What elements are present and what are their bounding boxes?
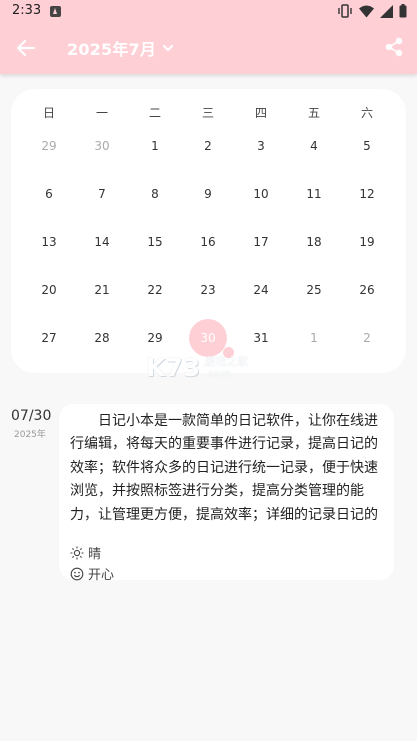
calendar-day[interactable]: 10 xyxy=(242,175,280,213)
calendar-day[interactable]: 3 xyxy=(242,127,280,165)
calendar-day[interactable]: 7 xyxy=(83,175,121,213)
notification-icon xyxy=(50,6,61,17)
calendar-day[interactable]: 11 xyxy=(295,175,333,213)
page-title: 2025年7月 xyxy=(67,40,157,59)
mood-row: 开心 xyxy=(70,564,114,583)
calendar-day[interactable]: 17 xyxy=(242,223,280,261)
calendar-day[interactable]: 8 xyxy=(136,175,174,213)
diary-entry-card[interactable]: 日记小本是一款简单的日记软件，让你在线进行编辑，将每天的重要事件进行记录，提高日… xyxy=(59,404,394,583)
calendar-day[interactable]: 30 xyxy=(83,127,121,165)
chevron-down-icon xyxy=(163,45,174,51)
entry-date: 07/30 xyxy=(11,408,52,424)
status-bar: 2:33 xyxy=(0,0,417,24)
wifi-icon xyxy=(359,5,374,17)
watermark-line2: .com xyxy=(204,366,232,380)
battery-icon xyxy=(399,4,407,18)
watermark: K73 游戏之家 .com xyxy=(146,353,248,382)
calendar-day[interactable]: 6 xyxy=(30,175,68,213)
vibrate-icon xyxy=(338,4,352,18)
calendar-day[interactable]: 19 xyxy=(348,223,386,261)
weekday-label: 四 xyxy=(254,106,267,120)
weekday-label: 五 xyxy=(307,106,320,120)
calendar-day[interactable]: 22 xyxy=(136,271,174,309)
watermark-logo: K73 xyxy=(146,353,201,382)
weekday-label: 一 xyxy=(95,106,108,120)
calendar-day[interactable]: 29 xyxy=(30,127,68,165)
calendar-day[interactable]: 12 xyxy=(348,175,386,213)
weather-label: 晴 xyxy=(88,547,102,562)
calendar-day[interactable]: 14 xyxy=(83,223,121,261)
system-icons xyxy=(337,4,407,18)
weather-row: 晴 xyxy=(70,543,101,562)
calendar-day[interactable]: 1 xyxy=(136,127,174,165)
calendar-day[interactable]: 16 xyxy=(189,223,227,261)
calendar-day[interactable]: 4 xyxy=(295,127,333,165)
calendar-day[interactable]: 1 xyxy=(295,319,333,357)
calendar-day[interactable]: 5 xyxy=(348,127,386,165)
weekday-label: 六 xyxy=(360,106,373,120)
calendar-day[interactable]: 24 xyxy=(242,271,280,309)
calendar-day[interactable]: 31 xyxy=(242,319,280,357)
back-arrow-icon[interactable] xyxy=(14,36,38,60)
calendar-day[interactable]: 18 xyxy=(295,223,333,261)
mood-label: 开心 xyxy=(88,568,115,583)
watermark-line1: 游戏之家 xyxy=(204,354,249,368)
calendar-day[interactable]: 27 xyxy=(30,319,68,357)
status-time: 2:33 xyxy=(12,3,42,18)
sun-icon xyxy=(70,546,84,559)
calendar-day[interactable]: 21 xyxy=(83,271,121,309)
calendar-day[interactable]: 15 xyxy=(136,223,174,261)
calendar-day[interactable]: 20 xyxy=(30,271,68,309)
calendar-day[interactable]: 28 xyxy=(83,319,121,357)
calendar-day[interactable]: 29 xyxy=(136,319,174,357)
entry-year: 2025年 xyxy=(14,430,46,440)
weekday-label: 三 xyxy=(201,106,214,120)
calendar-day[interactable]: 2 xyxy=(189,127,227,165)
smile-icon xyxy=(70,567,84,580)
watermark-text: 游戏之家 .com xyxy=(204,354,249,380)
weekday-label: 日 xyxy=(42,106,55,120)
calendar-day[interactable]: 13 xyxy=(30,223,68,261)
calendar-day[interactable]: 9 xyxy=(189,175,227,213)
app-bar: 2:33 2025年7月 xyxy=(0,0,417,74)
diary-entry-text: 日记小本是一款简单的日记软件，让你在线进行编辑，将每天的重要事件进行记录，提高日… xyxy=(70,413,378,523)
calendar-day[interactable]: 23 xyxy=(189,271,227,309)
share-icon[interactable] xyxy=(383,36,405,58)
calendar-day[interactable]: 2 xyxy=(348,319,386,357)
calendar-day[interactable]: 26 xyxy=(348,271,386,309)
weekday-header: 日一二三四五六 xyxy=(11,104,406,120)
calendar-day[interactable]: 25 xyxy=(295,271,333,309)
calendar-day[interactable]: 30 xyxy=(189,319,227,357)
month-selector[interactable]: 2025年7月 xyxy=(67,36,175,60)
weekday-label: 二 xyxy=(148,106,161,120)
signal-icon xyxy=(380,4,393,18)
